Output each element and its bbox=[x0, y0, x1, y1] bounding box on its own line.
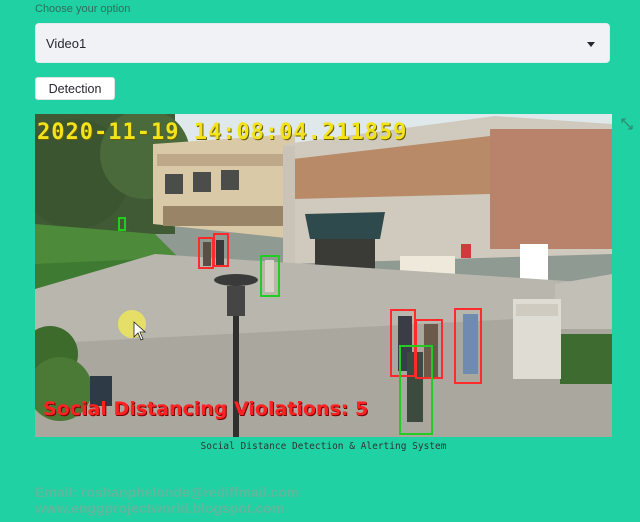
select-value: Video1 bbox=[46, 36, 87, 51]
video-select[interactable]: Video1 bbox=[35, 23, 610, 63]
video-frame: 2020-11-19 14:08:04.211859 Social Distan… bbox=[35, 114, 612, 437]
video-caption: Social Distance Detection & Alerting Sys… bbox=[200, 441, 447, 452]
cursor-highlight bbox=[118, 310, 146, 338]
violations-count: Social Distancing Violations: 5 bbox=[43, 398, 369, 420]
detection-button[interactable]: Detection bbox=[35, 77, 115, 100]
video-scene bbox=[35, 114, 612, 437]
chevron-down-icon[interactable] bbox=[587, 42, 595, 47]
footer-email: Email: roshanphelonde@rediffmail.com bbox=[35, 484, 300, 500]
expand-icon[interactable] bbox=[621, 118, 633, 130]
video-timestamp: 2020-11-19 14:08:04.211859 bbox=[37, 120, 408, 145]
footer-website: www.enggprojectworld.blogspot.com bbox=[35, 500, 285, 516]
select-label: Choose your option bbox=[35, 3, 131, 15]
